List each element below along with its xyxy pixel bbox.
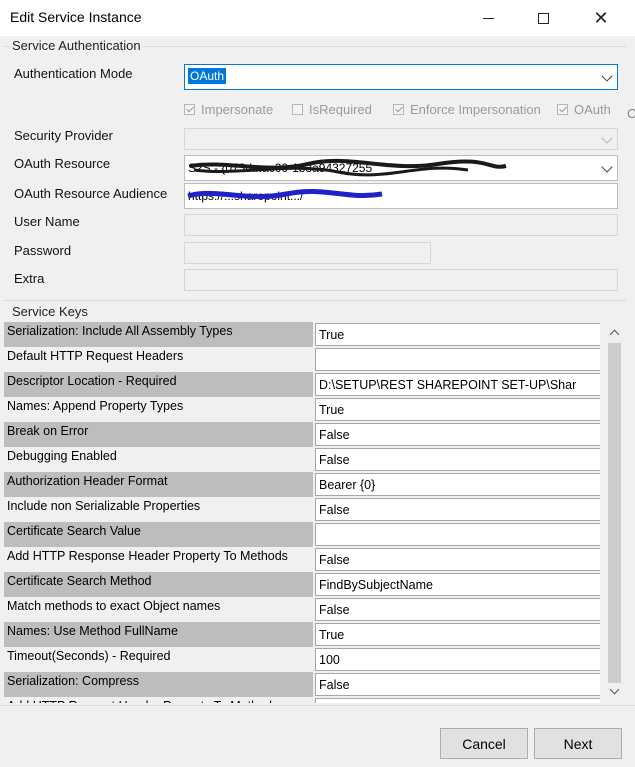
- row-key: Serialization: Include All Assembly Type…: [4, 322, 313, 347]
- authentication-mode-label: Authentication Mode: [14, 66, 133, 81]
- row-value-input[interactable]: True: [315, 398, 600, 421]
- enforce-impersonation-label: Enforce Impersonation: [410, 102, 541, 117]
- row-key: Certificate Search Value: [4, 522, 313, 547]
- table-row[interactable]: Names: Use Method FullName True: [4, 622, 600, 647]
- password-input[interactable]: [184, 242, 431, 264]
- table-row[interactable]: Names: Append Property Types True: [4, 397, 600, 422]
- cancel-button[interactable]: Cancel: [440, 728, 528, 759]
- impersonate-label: Impersonate: [201, 102, 274, 117]
- oauth-resource-audience-label: OAuth Resource Audience: [14, 186, 168, 201]
- enforce-impersonation-checkbox[interactable]: Enforce Impersonation: [393, 102, 541, 117]
- row-value-input[interactable]: False: [315, 673, 600, 696]
- row-value-input[interactable]: 100: [315, 648, 600, 671]
- scroll-up-icon[interactable]: [609, 329, 620, 340]
- row-value-input[interactable]: [315, 698, 600, 703]
- oauth-resource-audience-input[interactable]: https://...sharepoint.../: [184, 183, 618, 209]
- checkbox-icon[interactable]: [393, 104, 404, 115]
- maximize-icon[interactable]: [520, 0, 566, 36]
- oauth-resource-value: S2S - {073d...ac00-1b3a94327255: [188, 161, 373, 175]
- row-value-input[interactable]: True: [315, 323, 600, 346]
- row-value-input[interactable]: [315, 523, 600, 546]
- row-value-input[interactable]: [315, 348, 600, 371]
- table-row[interactable]: Authorization Header Format Bearer {0}: [4, 472, 600, 497]
- row-value-input[interactable]: FindBySubjectName: [315, 573, 600, 596]
- row-key: Names: Use Method FullName: [4, 622, 313, 647]
- row-value-input[interactable]: False: [315, 423, 600, 446]
- table-row[interactable]: Debugging Enabled False: [4, 447, 600, 472]
- extra-label: Extra: [14, 271, 45, 286]
- table-row[interactable]: Certificate Search Method FindBySubjectNa…: [4, 572, 600, 597]
- keys-group-border: [4, 300, 626, 301]
- user-name-input[interactable]: [184, 214, 618, 236]
- window-title: Edit Service Instance: [10, 9, 142, 25]
- chevron-down-icon[interactable]: [601, 161, 613, 173]
- row-value-input[interactable]: Bearer {0}: [315, 473, 600, 496]
- service-keys-grid: Serialization: Include All Assembly Type…: [4, 322, 600, 703]
- checkbox-icon[interactable]: [292, 104, 303, 115]
- row-key: Authorization Header Format: [4, 472, 313, 497]
- outer-scroll-edge: [627, 60, 635, 703]
- row-key: Break on Error: [4, 422, 313, 447]
- row-value-input[interactable]: False: [315, 598, 600, 621]
- row-key: Add HTTP Response Header Property To Met…: [7, 549, 288, 563]
- row-key: Default HTTP Request Headers: [7, 349, 184, 363]
- oauth-checkbox[interactable]: OAuth: [557, 102, 611, 117]
- row-key: Add HTTP Request Header Property To Meth…: [4, 697, 313, 703]
- password-label: Password: [14, 243, 72, 258]
- row-value-input[interactable]: True: [315, 623, 600, 646]
- table-row[interactable]: Serialization: Compress False: [4, 672, 600, 697]
- chevron-down-icon[interactable]: [601, 70, 613, 82]
- keys-group-label: Service Keys: [11, 304, 89, 319]
- table-row[interactable]: Serialization: Include All Assembly Type…: [4, 322, 600, 347]
- row-key: Serialization: Compress: [4, 672, 313, 697]
- title-bar: Edit Service Instance ✕: [0, 0, 635, 36]
- next-button[interactable]: Next: [534, 728, 622, 759]
- impersonate-checkbox[interactable]: Impersonate: [184, 102, 273, 117]
- row-key: Names: Append Property Types: [7, 399, 184, 413]
- row-value-input[interactable]: False: [315, 498, 600, 521]
- security-provider-select[interactable]: [184, 128, 618, 150]
- checkbox-icon[interactable]: [557, 104, 568, 115]
- row-key: Include non Serializable Properties: [7, 499, 201, 513]
- authentication-mode-value: OAuth: [188, 68, 227, 84]
- table-row[interactable]: Break on Error False: [4, 422, 600, 447]
- extra-input[interactable]: [184, 269, 618, 291]
- oauth-resource-select[interactable]: S2S - {073d...ac00-1b3a94327255: [184, 155, 618, 181]
- scroll-down-icon[interactable]: [609, 684, 620, 695]
- table-row[interactable]: Add HTTP Request Header Property To Meth…: [4, 697, 600, 703]
- clipped-edge-text: C: [627, 106, 635, 121]
- security-provider-label: Security Provider: [14, 128, 113, 143]
- row-key: Timeout(Seconds) - Required: [7, 649, 171, 663]
- row-key: Debugging Enabled: [7, 449, 117, 463]
- isrequired-checkbox[interactable]: IsRequired: [292, 102, 372, 117]
- row-value-input[interactable]: False: [315, 448, 600, 471]
- oauth-label: OAuth: [574, 102, 611, 117]
- oauth-resource-label: OAuth Resource: [14, 156, 111, 171]
- oauth-resource-audience-value: https://...sharepoint.../: [188, 189, 304, 203]
- minimize-icon[interactable]: [465, 0, 511, 36]
- row-value-input[interactable]: D:\SETUP\REST SHAREPOINT SET-UP\Shar: [315, 373, 600, 396]
- table-row[interactable]: Timeout(Seconds) - Required 100: [4, 647, 600, 672]
- grid-scrollbar[interactable]: [606, 322, 624, 703]
- auth-group-label: Service Authentication: [11, 38, 142, 53]
- authentication-mode-select[interactable]: OAuth: [184, 64, 618, 90]
- table-row[interactable]: Include non Serializable Properties False: [4, 497, 600, 522]
- table-row[interactable]: Descriptor Location - Required D:\SETUP\R…: [4, 372, 600, 397]
- chevron-down-icon[interactable]: [601, 132, 613, 144]
- table-row[interactable]: Certificate Search Value: [4, 522, 600, 547]
- row-value-input[interactable]: False: [315, 548, 600, 571]
- close-icon[interactable]: ✕: [578, 0, 624, 36]
- table-row[interactable]: Add HTTP Response Header Property To Met…: [4, 547, 600, 572]
- table-row[interactable]: Match methods to exact Object names False: [4, 597, 600, 622]
- scroll-thumb[interactable]: [608, 343, 621, 683]
- row-key: Match methods to exact Object names: [7, 599, 221, 613]
- footer-divider: [0, 705, 635, 706]
- checkbox-icon[interactable]: [184, 104, 195, 115]
- user-name-label: User Name: [14, 214, 80, 229]
- isrequired-label: IsRequired: [309, 102, 372, 117]
- row-key: Certificate Search Method: [4, 572, 313, 597]
- table-row[interactable]: Default HTTP Request Headers: [4, 347, 600, 372]
- row-key: Descriptor Location - Required: [4, 372, 313, 397]
